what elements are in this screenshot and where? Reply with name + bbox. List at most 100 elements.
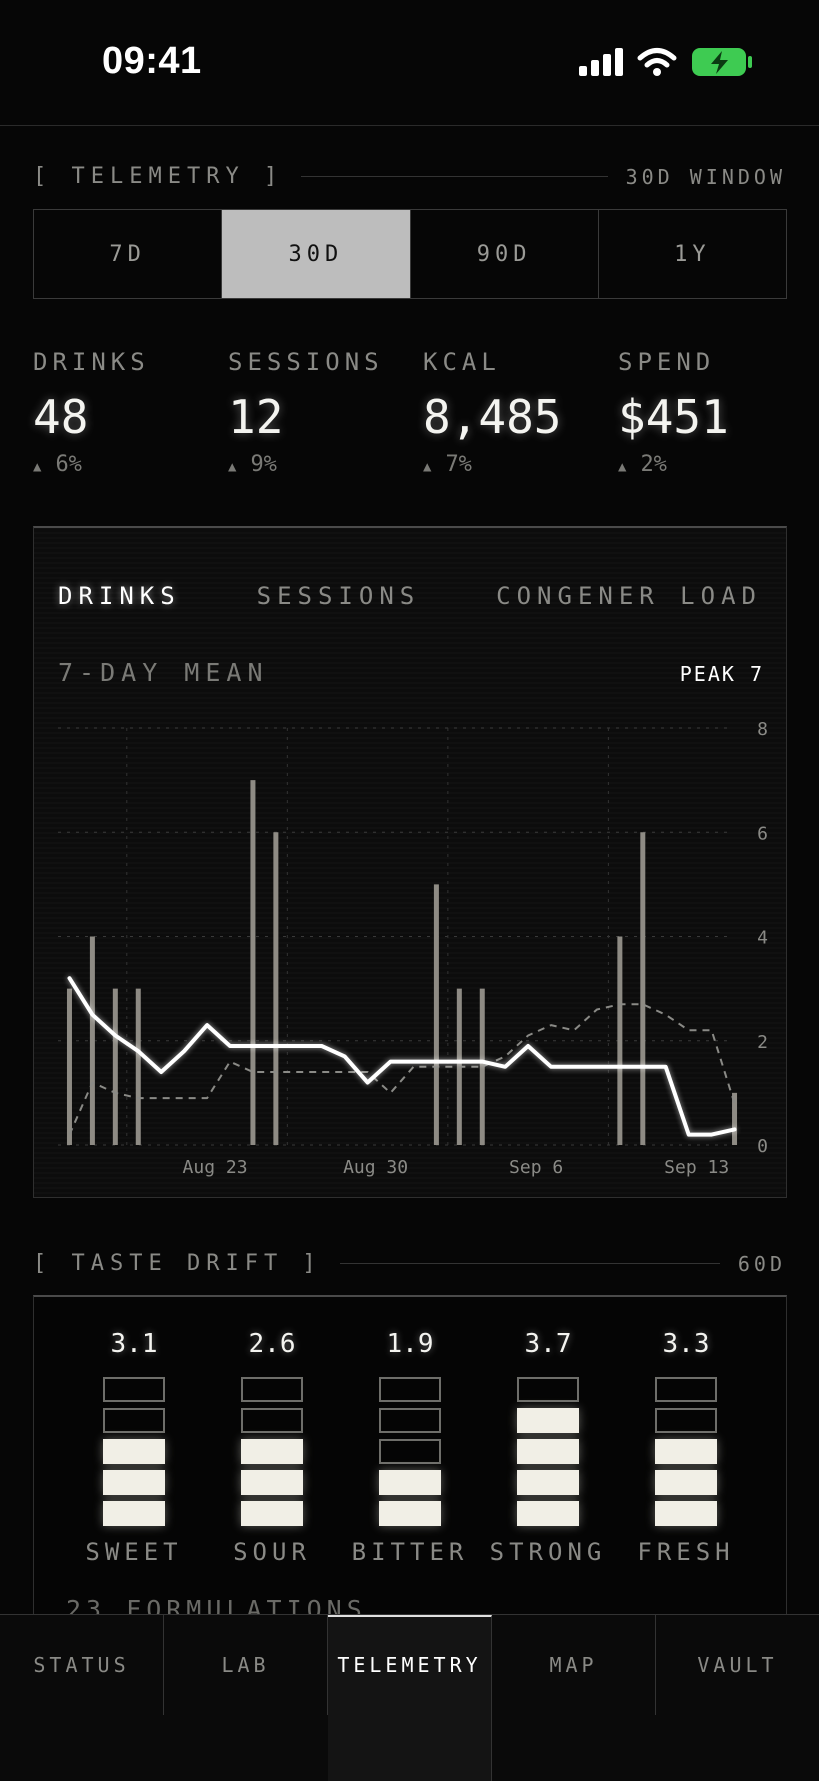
drink-bar — [273, 832, 279, 1145]
stat-delta: ▲ 9% — [228, 452, 423, 477]
drink-bar — [433, 884, 439, 1145]
range-tab-90d[interactable]: 90D — [411, 210, 599, 298]
taste-value: 3.1 — [110, 1329, 158, 1359]
stat-drinks: DRINKS 48 ▲ 6% — [33, 348, 228, 477]
taste-level-meter — [103, 1377, 165, 1526]
stat-delta: ▲ 6% — [33, 452, 228, 477]
battery-charging-icon — [692, 48, 752, 76]
level-block-filled — [241, 1501, 303, 1526]
level-block-filled — [379, 1501, 441, 1526]
range-tab-1y[interactable]: 1Y — [599, 210, 786, 298]
header-divider — [339, 1263, 720, 1264]
level-block-filled — [103, 1470, 165, 1495]
level-block-filled — [655, 1501, 717, 1526]
level-block-filled — [241, 1470, 303, 1495]
level-block-filled — [517, 1501, 579, 1526]
taste-level-meter — [655, 1377, 717, 1526]
nav-map[interactable]: MAP — [492, 1615, 656, 1715]
taste-strong: 3.7 STRONG — [479, 1329, 617, 1566]
taste-level-meter — [517, 1377, 579, 1526]
telemetry-window-label: 30D WINDOW — [625, 164, 786, 189]
stat-value: 8,485 — [423, 390, 562, 444]
level-block-empty — [379, 1408, 441, 1433]
status-time: 09:41 — [102, 40, 202, 82]
level-block-empty — [103, 1408, 165, 1433]
y-tick-label: 2 — [757, 1032, 768, 1053]
stats-row: DRINKS 48 ▲ 6% SESSIONS 12 ▲ 9% KCAL 8,485… — [33, 348, 813, 477]
chart-panel: DRINKS SESSIONS CONGENER LOAD 7-DAY MEAN… — [33, 526, 787, 1198]
level-block-empty — [241, 1408, 303, 1433]
stat-delta-value: 9% — [250, 452, 277, 477]
stat-delta-value: 7% — [445, 452, 472, 477]
taste-name: FRESH — [637, 1538, 735, 1566]
stat-kcal: KCAL 8,485 ▲ 7% — [423, 348, 618, 477]
drink-bar — [135, 988, 141, 1145]
nav-telemetry[interactable]: TELEMETRY — [328, 1615, 492, 1781]
range-selector: 7D 30D 90D 1Y — [33, 209, 787, 299]
nav-status[interactable]: STATUS — [0, 1615, 164, 1715]
taste-drift-title: [ TASTE DRIFT ] — [33, 1251, 322, 1276]
stat-label: DRINKS — [33, 348, 150, 376]
taste-fresh: 3.3 FRESH — [617, 1329, 755, 1566]
level-block-filled — [517, 1439, 579, 1464]
up-triangle-icon: ▲ — [618, 459, 627, 475]
drink-bar — [617, 936, 623, 1145]
stat-value: $451 — [618, 390, 729, 444]
x-tick-label: Sep 13 — [664, 1157, 729, 1178]
level-block-empty — [379, 1377, 441, 1402]
y-tick-label: 6 — [757, 823, 768, 844]
level-block-empty — [241, 1377, 303, 1402]
up-triangle-icon: ▲ — [228, 459, 237, 475]
range-tab-7d[interactable]: 7D — [34, 210, 223, 298]
nav-vault[interactable]: VAULT — [656, 1615, 819, 1715]
y-tick-label: 4 — [757, 928, 768, 949]
stat-delta-value: 6% — [55, 452, 82, 477]
drink-bar — [250, 780, 256, 1145]
stat-delta-value: 2% — [640, 452, 667, 477]
taste-drift-header: [ TASTE DRIFT ] 60D — [33, 1251, 786, 1276]
x-tick-label: Sep 6 — [509, 1157, 563, 1178]
taste-level-meter — [241, 1377, 303, 1526]
taste-bitter: 1.9 BITTER — [341, 1329, 479, 1566]
level-block-filled — [517, 1470, 579, 1495]
level-block-filled — [655, 1470, 717, 1495]
comparison-trend-line — [68, 1003, 736, 1136]
stat-label: SPEND — [618, 348, 716, 376]
level-block-empty — [379, 1439, 441, 1464]
stat-value: 48 — [33, 390, 89, 444]
stat-delta: ▲ 7% — [423, 452, 618, 477]
taste-value: 3.3 — [662, 1329, 710, 1359]
x-tick-label: Aug 30 — [343, 1157, 408, 1178]
wifi-icon — [637, 48, 677, 76]
taste-name: SWEET — [85, 1538, 183, 1566]
y-tick-label: 8 — [757, 719, 768, 740]
status-bar: 09:41 — [0, 0, 819, 126]
range-tab-30d[interactable]: 30D — [222, 210, 411, 298]
x-tick-label: Aug 23 — [183, 1157, 248, 1178]
telemetry-header: [ TELEMETRY ] 30D WINDOW — [33, 164, 786, 189]
taste-sweet: 3.1 SWEET — [65, 1329, 203, 1566]
drink-bar — [89, 936, 95, 1145]
level-block-filled — [379, 1470, 441, 1495]
drink-bar — [479, 988, 485, 1145]
taste-name: SOUR — [233, 1538, 311, 1566]
y-tick-label: 0 — [757, 1136, 768, 1157]
taste-drift-window: 60D — [737, 1251, 786, 1276]
level-block-filled — [103, 1501, 165, 1526]
taste-value: 2.6 — [248, 1329, 296, 1359]
taste-value: 1.9 — [386, 1329, 434, 1359]
bottom-nav: STATUS LAB TELEMETRY MAP VAULT — [0, 1614, 819, 1781]
stat-label: KCAL — [423, 348, 501, 376]
up-triangle-icon: ▲ — [423, 459, 432, 475]
stat-sessions: SESSIONS 12 ▲ 9% — [228, 348, 423, 477]
drink-bar — [640, 832, 646, 1145]
nav-lab[interactable]: LAB — [164, 1615, 328, 1715]
header-divider — [301, 176, 608, 177]
taste-sour: 2.6 SOUR — [203, 1329, 341, 1566]
level-block-filled — [655, 1439, 717, 1464]
taste-drift-panel: 23 FORMULATIONS 3.1 SWEET 2.6 SOUR 1.9 BITTER… — [33, 1295, 787, 1625]
level-block-filled — [103, 1439, 165, 1464]
level-block-empty — [103, 1377, 165, 1402]
drink-bar — [112, 988, 118, 1145]
level-block-filled — [517, 1408, 579, 1433]
